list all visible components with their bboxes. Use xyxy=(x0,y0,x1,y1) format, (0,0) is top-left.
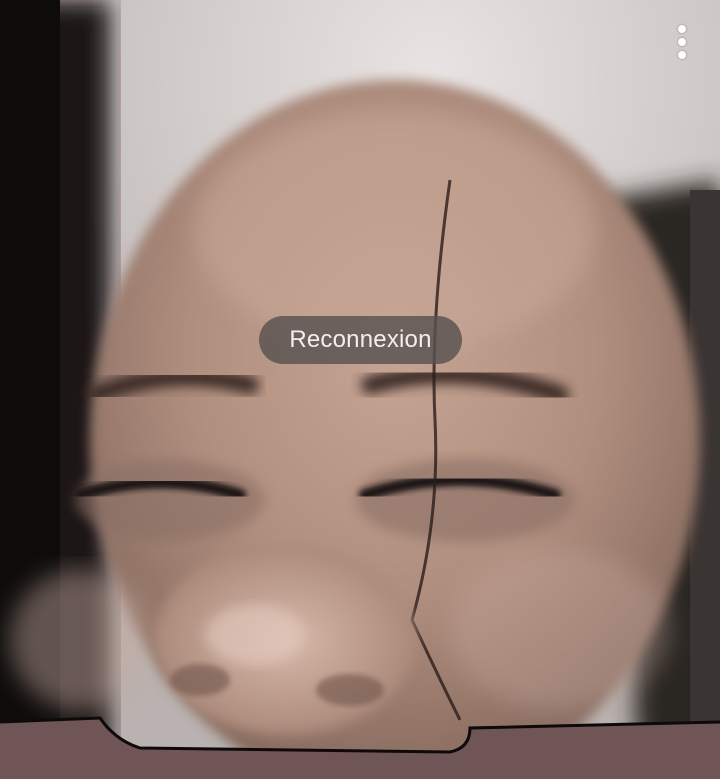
remote-video-feed xyxy=(0,0,720,779)
more-options-button[interactable] xyxy=(670,20,694,64)
more-vertical-icon xyxy=(678,25,686,59)
video-call-screen: Reconnexion xyxy=(0,0,720,779)
status-text: Reconnexion xyxy=(289,326,432,353)
reconnecting-status-toast: Reconnexion xyxy=(259,316,462,364)
